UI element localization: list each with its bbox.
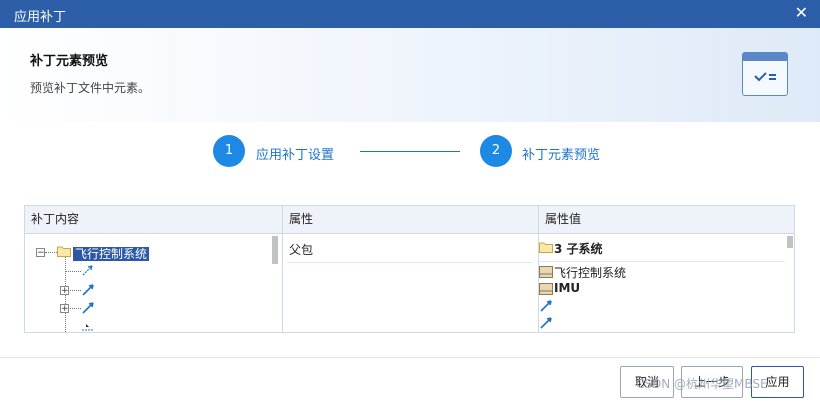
step-1-badge: 1 — [213, 135, 245, 167]
column-header-value: 属性值 — [538, 206, 794, 233]
checklist-window-icon — [742, 52, 788, 96]
folder-icon — [539, 242, 553, 253]
property-value-column: 3 子系统 飞行控制系统 IMU — [538, 233, 794, 333]
tree-root-label: 飞行控制系统 — [73, 247, 150, 261]
value-package: 3 子系统 — [554, 242, 603, 256]
property-name: 父包 — [289, 243, 314, 257]
header-description: 预览补丁文件中元素。 — [30, 81, 151, 95]
dialog-titlebar: 应用补丁 ✕ — [0, 0, 820, 28]
value-scrollbar[interactable] — [787, 236, 793, 248]
collapse-toggle[interactable]: − — [36, 248, 45, 258]
patch-tree[interactable]: − 飞行控制系统 + + — [25, 233, 282, 333]
expand-toggle[interactable]: + — [60, 304, 69, 314]
step-connector — [360, 151, 460, 152]
dialog-title: 应用补丁 — [14, 10, 67, 25]
value-block-1: 飞行控制系统 — [554, 266, 627, 280]
patch-elements-table: 补丁内容 属性 属性值 − 飞行控制系统 + + 父包 3 子系统 飞行控制系统… — [24, 205, 795, 333]
wizard-steps: 1 应用补丁设置 2 补丁元素预览 — [0, 122, 820, 182]
dashed-arrow-icon[interactable] — [82, 322, 94, 332]
column-header-content: 补丁内容 — [31, 212, 80, 226]
watermark: CSDN @杭州华望MBSE — [636, 377, 768, 391]
step-2-badge: 2 — [480, 135, 512, 167]
connector-icon[interactable] — [82, 302, 94, 314]
property-column: 父包 — [282, 233, 538, 333]
close-icon[interactable]: ✕ — [795, 4, 808, 22]
connector-icon — [540, 300, 552, 312]
expand-toggle[interactable]: + — [60, 286, 69, 296]
folder-icon — [57, 246, 71, 257]
tree-scrollbar[interactable] — [272, 236, 278, 264]
dependency-icon[interactable] — [82, 264, 94, 276]
value-block-2: IMU — [554, 281, 581, 295]
header-title: 补丁元素预览 — [30, 54, 109, 69]
step-2-label: 补丁元素预览 — [522, 148, 601, 163]
connector-icon — [540, 317, 552, 329]
block-icon — [539, 283, 553, 295]
tree-root-node[interactable]: 飞行控制系统 — [73, 245, 150, 262]
footer-divider — [0, 357, 820, 358]
connector-icon[interactable] — [82, 284, 94, 296]
column-header-property: 属性 — [282, 206, 538, 233]
table-header: 补丁内容 属性 属性值 — [25, 206, 794, 234]
block-icon — [539, 266, 553, 278]
wizard-header: 补丁元素预览 预览补丁文件中元素。 — [0, 28, 820, 122]
step-1-label: 应用补丁设置 — [256, 148, 335, 163]
